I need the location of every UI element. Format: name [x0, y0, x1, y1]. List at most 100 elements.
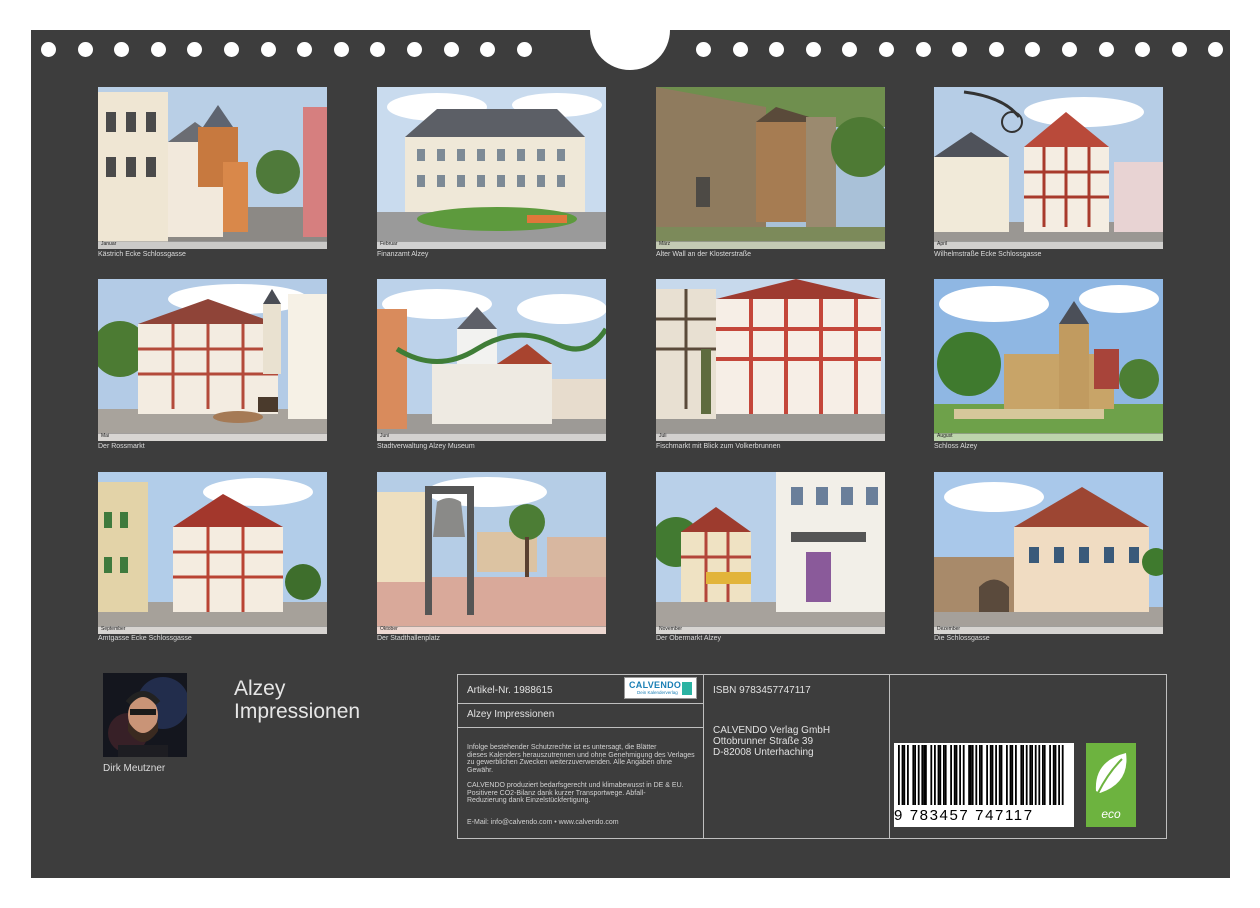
barcode-bar [1038, 745, 1041, 805]
barcode-bar [1043, 745, 1046, 805]
leaf-icon [1095, 753, 1127, 794]
barcode-bar [998, 745, 1001, 805]
barcode-bar [989, 745, 992, 805]
publisher-name: CALVENDO Verlag GmbH [713, 725, 831, 736]
barcode-bar [1029, 745, 1032, 805]
month-label: März [659, 241, 671, 247]
article-number: Artikel-Nr. 1988615 [467, 685, 553, 696]
month-label: November [659, 626, 683, 632]
binding-hole [915, 42, 931, 57]
barcode-bar [980, 745, 983, 805]
climate-line: Positivere CO2-Bilanz dank kurzer Transp… [467, 789, 646, 797]
binding-hole [77, 42, 93, 57]
binding-hole [1135, 42, 1151, 57]
publisher-address: CALVENDO Verlag GmbH Ottobrunner Straße … [713, 725, 830, 758]
binding-hole [114, 42, 130, 57]
barcode-digits: 9 783457 747117 [894, 807, 1074, 827]
photo-caption: Der Stadthallenplatz [377, 635, 441, 642]
photo-rossmarkt: Mai [98, 279, 327, 441]
binding-hole [879, 42, 894, 57]
photo-caption: Wilhelmstraße Ecke Schlossgasse [934, 251, 1042, 258]
barcode-bar [1015, 745, 1017, 805]
legal-line: dieses Kalenders herauszutrennen und ohn… [467, 751, 695, 759]
barcode-bar [923, 745, 925, 805]
barcode-bar [903, 745, 906, 805]
barcode-bar [1006, 745, 1008, 805]
calendar-title: Alzey Impressionen [234, 677, 434, 723]
calendar-title-line2: Impressionen [234, 700, 361, 723]
barcode-bar [1058, 745, 1060, 805]
photo-caption: Schloss Alzey [934, 443, 978, 450]
binding-hole [1025, 42, 1041, 57]
barcode-bar [1020, 745, 1023, 805]
barcode-bar [962, 745, 965, 805]
climate-line: Reduzierung dank Einzelstückfertigung. [467, 797, 591, 805]
photo-alter-wall: März [656, 87, 885, 249]
month-label: Juni [380, 433, 390, 439]
photo-fischmarkt: Juli [656, 279, 885, 441]
barcode-bar [1000, 745, 1003, 805]
barcode-bar [986, 745, 988, 805]
binding-hole [224, 42, 239, 57]
binding-hole [842, 42, 858, 57]
barcode-bar [1049, 745, 1051, 805]
binding-hole [370, 42, 386, 57]
barcode-bar [1034, 745, 1037, 805]
photo-caption: Kästrich Ecke Schlossgasse [98, 251, 186, 258]
barcode-bar [943, 745, 945, 805]
photo-schlossgasse: Dezember [934, 472, 1163, 634]
calvendo-logo: CALVENDO Dein Kalenderverlag [624, 677, 697, 699]
barcode-bar [971, 745, 974, 805]
month-label: April [937, 241, 948, 247]
month-label: Dezember [937, 626, 961, 632]
barcode-bar [995, 745, 997, 805]
barcode-bar [1011, 745, 1014, 805]
month-label: September [101, 626, 126, 632]
barcode-bar [939, 745, 942, 805]
binding-hole [696, 42, 711, 57]
legal-line: Infolge bestehender Schutzrechte ist es … [467, 744, 657, 751]
barcode-bar [914, 745, 916, 805]
barcode-bar [991, 745, 994, 805]
photo-caption: Die Schlossgasse [934, 635, 990, 642]
photo-caption: Der Obermarkt Alzey [656, 635, 721, 642]
binding-hole [407, 42, 422, 57]
logo-brand: CALVENDO [629, 680, 682, 690]
photo-caption: Fischmarkt mit Blick zum Volkerbrunnen [656, 443, 781, 450]
binding-hole [150, 42, 166, 57]
binding-hole [1098, 42, 1114, 57]
barcode-bar [937, 745, 940, 805]
publisher-street: Ottobrunner Straße 39 [713, 736, 814, 747]
photo-kaestrich: Januar [98, 87, 327, 249]
photo-caption: Stadtverwaltung Alzey Museum [377, 443, 475, 450]
binding-hole [1171, 42, 1187, 57]
barcode-bar [1025, 745, 1028, 805]
calendar-back-cover: Januar Kästrich Ecke Schlossgasse Februa… [31, 0, 1230, 878]
barcode-bar [898, 745, 900, 805]
isbn: ISBN 9783457747117 [713, 685, 811, 696]
author-name: Dirk Meutzner [103, 763, 166, 774]
photo-stadthallenplatz: Oktober [377, 472, 606, 634]
photo-stadtverwaltung: Juni [377, 279, 606, 441]
photo-wilhelmstrasse: April [934, 87, 1163, 249]
photo-schloss: August [934, 279, 1163, 441]
barcode-bar [917, 745, 920, 805]
binding-hole [187, 42, 203, 57]
barcode-bar [975, 745, 978, 805]
photo-obermarkt: November [656, 472, 885, 634]
barcode-bar [907, 745, 909, 805]
publisher-city: D-82008 Unterhaching [713, 747, 814, 758]
binding-hole [480, 42, 496, 57]
eco-label: eco [1101, 807, 1121, 821]
hanger-cutout [590, 0, 670, 70]
barcode-bar [959, 745, 961, 805]
barcode-bar [968, 745, 970, 805]
barcode-bar [901, 745, 904, 805]
logo-mark-icon [682, 682, 692, 695]
logo-tagline: Dein Kalenderverlag [637, 690, 678, 695]
photo-amtgasse: September [98, 472, 327, 634]
month-label: August [937, 433, 953, 439]
barcode-bar [970, 745, 972, 805]
barcode-bar [934, 745, 936, 805]
legal-line: Gewähr. [467, 766, 494, 774]
